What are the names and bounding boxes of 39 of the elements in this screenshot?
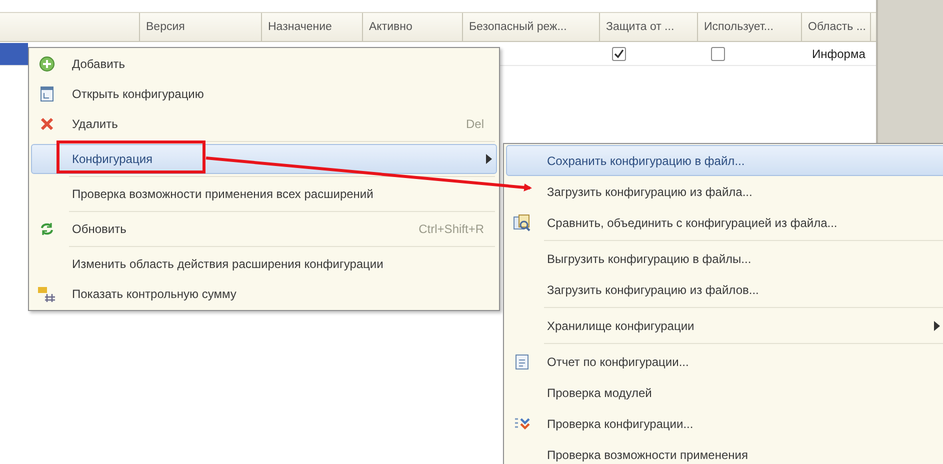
compare-icon [513,214,531,232]
menu-item[interactable]: Обновить Ctrl+Shift+R [31,214,497,244]
column-header[interactable]: Область ... [802,13,871,41]
folder-hash-icon [38,286,56,302]
menu-item[interactable]: Добавить [31,49,497,79]
shortcut-label: Ctrl+Shift+R [418,222,484,236]
delete-icon [40,117,54,131]
shortcut-label: Del [466,117,484,131]
column-header[interactable]: Версия [140,13,262,41]
menu-item[interactable]: Проверка модулей [506,377,943,408]
column-header[interactable]: Использует... [698,13,802,41]
menu-item[interactable]: Загрузить конфигурацию из файла... [506,176,943,207]
menu-item[interactable]: Изменить область действия расширения конфигурации [31,249,497,279]
menu-item[interactable]: Открыть конфигурацию [31,79,497,109]
menu-item[interactable]: Хранилище конфигурации [506,310,943,341]
refresh-icon [39,222,55,236]
menu-item[interactable]: Отчет по конфигурации... [506,346,943,377]
column-header[interactable]: Назначение [262,13,363,41]
menu-item[interactable]: Проверка возможности применения всех расширений [31,179,497,209]
menu-item[interactable]: Сравнить, объединить с конфигурацией из файла... [506,207,943,238]
checkbox[interactable] [612,46,626,60]
menu-item[interactable]: Проверка возможности применения [506,439,943,464]
menu-item[interactable]: Загрузить конфигурацию из файлов... [506,274,943,305]
column-header[interactable]: Защита от ... [600,13,698,41]
table-cell-text: Информа [811,46,866,60]
window-icon [40,86,54,102]
menu-item[interactable]: Удалить Del [31,109,497,139]
document-icon [515,354,529,370]
row-highlight[interactable] [0,42,28,64]
column-header[interactable]: Безопасный реж... [463,13,600,41]
check-tree-icon [513,416,531,432]
menu-item[interactable]: Конфигурация [31,144,497,174]
add-icon [39,56,55,72]
checkbox[interactable] [711,46,725,60]
menu-item[interactable]: Проверка конфигурации... [506,408,943,439]
menu-item[interactable]: Показать контрольную сумму [31,279,497,309]
menu-item[interactable]: Выгрузить конфигурацию в файлы... [506,243,943,274]
menu-item[interactable]: Сохранить конфигурацию в файл... [506,145,943,176]
column-header[interactable]: Активно [363,13,463,41]
